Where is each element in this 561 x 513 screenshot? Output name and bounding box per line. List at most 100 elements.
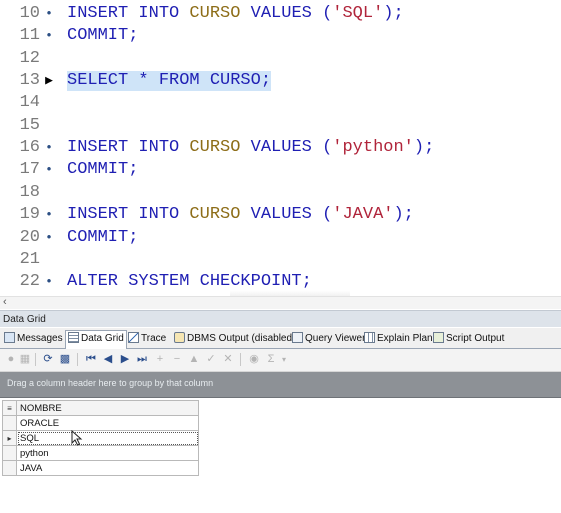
sql-editor[interactable]: 10 • INSERT INTO CURSO VALUES ('SQL'); 11 • C… [0, 0, 561, 296]
line-gutter[interactable]: 19 • [0, 204, 58, 226]
editor-line[interactable]: 10 • INSERT INTO CURSO VALUES ('SQL'); [0, 3, 561, 25]
tab-data-grid[interactable]: Data Grid [65, 330, 127, 349]
line-gutter[interactable]: 17 • [0, 159, 58, 181]
row-indicator[interactable] [2, 445, 17, 461]
editor-line[interactable]: 15 [0, 115, 561, 137]
code-token: INSERT INTO [67, 138, 190, 158]
scroll-left-icon[interactable]: ‹ [3, 296, 7, 308]
tab-explain-plan[interactable]: Explain Plan [364, 331, 433, 347]
editor-line[interactable]: 11 • COMMIT; [0, 25, 561, 47]
column-chooser-icon[interactable]: ≡ [2, 400, 17, 416]
line-gutter[interactable]: 11 • [0, 25, 58, 47]
cancel-edit-icon[interactable]: ✕ [221, 352, 235, 367]
group-by-hint: Drag a column header here to group by th… [7, 378, 214, 388]
editor-line[interactable]: 21 [0, 249, 561, 271]
line-number: 21 [19, 249, 40, 269]
code-token: 'JAVA' [332, 205, 394, 225]
code-token: COMMIT; [67, 227, 139, 247]
table-row[interactable]: JAVA [2, 460, 199, 476]
tab-dbms-output[interactable]: DBMS Output (disabled) [174, 331, 295, 347]
column-header-nombre[interactable]: NOMBRE [16, 400, 199, 416]
statement-dot-icon: • [45, 6, 53, 21]
row-indicator[interactable] [2, 460, 17, 476]
editor-line[interactable]: 17 • COMMIT; [0, 159, 561, 181]
last-record-icon[interactable]: ⏭ [135, 352, 149, 367]
line-gutter[interactable]: 14 [0, 92, 58, 114]
line-number: 11 [19, 26, 40, 46]
code-text: COMMIT; [67, 228, 561, 248]
statement-dot-icon: • [45, 229, 53, 245]
code-token: INSERT INTO [67, 205, 190, 225]
line-gutter[interactable]: 10 • [0, 3, 58, 25]
line-gutter[interactable]: 22 • [0, 271, 58, 293]
prior-record-icon[interactable]: ◀ [101, 352, 115, 367]
editor-line[interactable]: 18 [0, 182, 561, 204]
export-icon[interactable]: ▦ [18, 352, 32, 367]
tab-label: Trace [141, 333, 167, 344]
table-row[interactable]: ▸ SQL [2, 430, 199, 446]
dbms-output-icon [174, 332, 185, 343]
line-gutter[interactable]: 21 [0, 249, 58, 271]
tab-trace[interactable]: Trace [128, 331, 166, 347]
statement-dot-icon: • [45, 162, 53, 178]
tab-messages[interactable]: Messages [4, 331, 63, 347]
sum-icon[interactable]: Σ [264, 352, 278, 367]
statement-dot-icon: • [45, 207, 53, 223]
editor-line[interactable]: 12 [0, 48, 561, 70]
table-row[interactable]: ORACLE [2, 415, 199, 431]
line-number: 16 [19, 138, 40, 158]
tab-query-viewer[interactable]: Query Viewer [292, 331, 365, 347]
editor-line[interactable]: 16 • INSERT INTO CURSO VALUES ('python'); [0, 137, 561, 159]
code-text: INSERT INTO CURSO VALUES ('SQL'); [67, 4, 561, 24]
line-number: 18 [19, 182, 40, 202]
lock-icon[interactable]: ● [4, 352, 18, 367]
insert-record-icon[interactable]: + [153, 352, 167, 367]
table-row[interactable]: python [2, 445, 199, 461]
dropdown-arrow-icon[interactable]: ▾ [279, 352, 289, 367]
tab-script-output[interactable]: Script Output [433, 331, 504, 347]
line-gutter[interactable]: 18 [0, 182, 58, 204]
code-token: VALUES [240, 205, 323, 225]
tab-label: Explain Plan [377, 333, 433, 344]
editor-line[interactable]: 14 [0, 92, 561, 114]
line-gutter[interactable]: 13 ▶ [0, 70, 58, 92]
delete-record-icon[interactable]: − [170, 352, 184, 367]
script-output-icon [433, 332, 444, 343]
row-indicator[interactable] [2, 415, 17, 431]
next-record-icon[interactable]: ▶ [118, 352, 132, 367]
table-cell[interactable]: ORACLE [16, 415, 199, 431]
editor-line[interactable]: 19 • INSERT INTO CURSO VALUES ('JAVA'); [0, 204, 561, 226]
row-indicator-arrow-icon[interactable]: ▸ [2, 430, 17, 446]
filter-icon[interactable]: ◉ [247, 352, 261, 367]
line-gutter[interactable]: 15 [0, 115, 58, 137]
group-by-bar[interactable]: Drag a column header here to group by th… [0, 372, 561, 398]
table-cell[interactable]: SQL [16, 430, 199, 446]
toolbar-separator [35, 353, 36, 366]
statement-dot-icon: • [45, 274, 53, 290]
line-gutter[interactable]: 12 [0, 48, 58, 70]
code-text: COMMIT; [67, 26, 561, 46]
table-cell[interactable]: python [16, 445, 199, 461]
line-gutter[interactable]: 16 • [0, 137, 58, 159]
toolbar-separator [240, 353, 241, 366]
table-cell[interactable]: JAVA [16, 460, 199, 476]
messages-icon [4, 332, 15, 343]
first-record-icon[interactable]: ⏮ [84, 352, 98, 367]
code-token: CURSO [189, 4, 241, 23]
save-grid-icon[interactable]: ▩ [58, 352, 72, 367]
editor-horizontal-scrollbar[interactable]: ‹ [0, 296, 561, 309]
line-gutter[interactable]: 20 • [0, 227, 58, 249]
editor-line[interactable]: 20 • COMMIT; [0, 227, 561, 249]
line-number: 22 [19, 272, 40, 292]
editor-line[interactable]: 13 ▶ SELECT * FROM CURSO; [0, 70, 561, 92]
statement-dot-icon: • [45, 28, 53, 44]
code-token: COMMIT; [67, 160, 139, 180]
edit-record-icon[interactable]: ▲ [187, 352, 201, 367]
code-token: 'python' [332, 138, 414, 158]
post-edit-icon[interactable]: ✓ [204, 352, 218, 367]
refresh-icon[interactable]: ⟳ [41, 352, 55, 367]
line-number: 20 [19, 227, 40, 247]
code-token: ALTER SYSTEM CHECKPOINT; [67, 272, 312, 292]
